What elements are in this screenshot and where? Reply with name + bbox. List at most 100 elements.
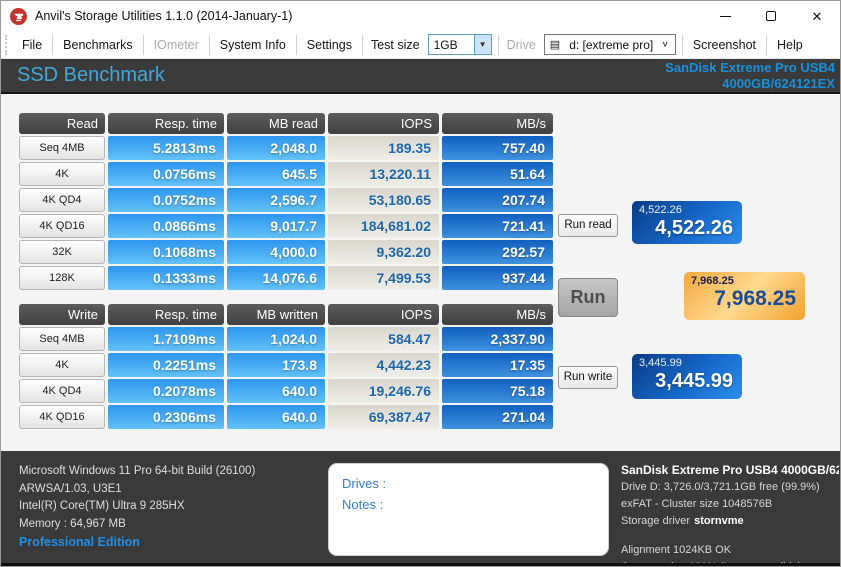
menu-file[interactable]: File <box>12 34 52 56</box>
cell-seq-4mb-mb-s: 757.40 <box>442 136 553 160</box>
total-score-value: 7,968.25 <box>684 287 805 311</box>
total-score-small: 7,968.25 <box>684 272 805 287</box>
test-size-label: Test size <box>363 38 428 52</box>
drive-select[interactable]: ▤ d: [extreme pro] ∨ <box>544 34 676 55</box>
cell-128k-mb-read: 14,076.6 <box>227 266 325 290</box>
drive-info-line: Alignment 1024KB OK <box>621 542 839 559</box>
drive-info-block: SanDisk Extreme Pro USB4 4000GB/624121EX… <box>621 462 839 567</box>
minimize-button[interactable] <box>702 1 748 31</box>
cell-4k-qd16-iops: 184,681.02 <box>328 214 439 238</box>
app-icon <box>10 8 27 25</box>
row-label-seq-4mb[interactable]: Seq 4MB <box>19 136 105 160</box>
footer-panel: Microsoft Windows 11 Pro 64-bit Build (2… <box>1 451 840 563</box>
maximize-icon <box>766 11 776 21</box>
drive-info-title: SanDisk Extreme Pro USB4 4000GB/624121EX <box>621 462 839 479</box>
drive-value: d: [extreme pro] <box>564 38 661 52</box>
storage-driver-line: Storage driverstornvme <box>621 513 839 530</box>
row-label-seq-4mb[interactable]: Seq 4MB <box>19 327 105 351</box>
cell-4k-qd16-mb-written: 640.0 <box>227 405 325 429</box>
run-write-button[interactable]: Run write <box>558 366 618 389</box>
device-name-line2: 4000GB/624121EX <box>665 76 835 92</box>
row-label-128k[interactable]: 128K <box>19 266 105 290</box>
menu-benchmarks[interactable]: Benchmarks <box>53 34 142 56</box>
menu-settings[interactable]: Settings <box>297 34 362 56</box>
cell-128k-mb-s: 937.44 <box>442 266 553 290</box>
edition-label: Professional Edition <box>19 535 140 549</box>
run-button[interactable]: Run <box>558 278 618 317</box>
menu-help[interactable]: Help <box>767 34 813 56</box>
test-size-select[interactable]: 1GB ▼ <box>428 34 492 55</box>
menu-system-info[interactable]: System Info <box>210 34 296 56</box>
cell-4k-qd4-iops: 19,246.76 <box>328 379 439 403</box>
column-header-read: Read <box>19 113 105 134</box>
row-label-4k-qd4[interactable]: 4K QD4 <box>19 379 105 403</box>
page-title: SSD Benchmark <box>17 64 165 87</box>
cell-4k-qd4-mb-read: 2,596.7 <box>227 188 325 212</box>
column-header-write: Write <box>19 304 105 325</box>
column-header-resp-time: Resp. time <box>108 304 224 325</box>
cell-32k-mb-read: 4,000.0 <box>227 240 325 264</box>
drive-info-line: exFAT - Cluster size 1048576B <box>621 496 839 513</box>
maximize-button[interactable] <box>748 1 794 31</box>
row-label-4k[interactable]: 4K <box>19 162 105 186</box>
app-window: Anvil's Storage Utilities 1.1.0 (2014-Ja… <box>0 0 841 567</box>
menu-bar: File Benchmarks IOmeter System Info Sett… <box>1 31 840 59</box>
cell-4k-qd16-mb-s: 271.04 <box>442 405 553 429</box>
menu-iometer: IOmeter <box>144 34 209 56</box>
toolstrip-grip[interactable] <box>5 35 8 55</box>
cell-128k-resp-time: 0.1333ms <box>108 266 224 290</box>
system-info-line: Memory : 64,967 MB <box>19 516 255 534</box>
notes-label: Notes : <box>342 494 595 515</box>
cell-seq-4mb-iops: 584.47 <box>328 327 439 351</box>
cell-4k-iops: 4,442.23 <box>328 353 439 377</box>
write-score-small: 3,445.99 <box>632 354 742 369</box>
cell-4k-resp-time: 0.0756ms <box>108 162 224 186</box>
cell-4k-qd4-mb-s: 207.74 <box>442 188 553 212</box>
drives-label: Drives : <box>342 473 595 494</box>
notes-box[interactable]: Drives : Notes : <box>328 463 609 556</box>
write-score-box: 3,445.99 3,445.99 <box>632 354 742 399</box>
cell-4k-qd4-mb-written: 640.0 <box>227 379 325 403</box>
cell-seq-4mb-mb-written: 1,024.0 <box>227 327 325 351</box>
cell-4k-qd16-mb-s: 721.41 <box>442 214 553 238</box>
cell-4k-qd16-iops: 69,387.47 <box>328 405 439 429</box>
write-results-table: WriteResp. timeMB writtenIOPSMB/s Seq 4MB… <box>19 304 553 429</box>
drive-info-top-lines: Drive D: 3,726.0/3,721.1GB free (99.9%)e… <box>621 479 839 513</box>
cell-4k-resp-time: 0.2251ms <box>108 353 224 377</box>
drive-icon: ▤ <box>545 38 564 51</box>
row-label-4k-qd4[interactable]: 4K QD4 <box>19 188 105 212</box>
cell-4k-mb-read: 645.5 <box>227 162 325 186</box>
run-read-button[interactable]: Run read <box>558 214 618 237</box>
window-controls: ✕ <box>702 1 840 31</box>
cell-4k-mb-s: 51.64 <box>442 162 553 186</box>
column-header-mb-s: MB/s <box>442 304 553 325</box>
title-bar: Anvil's Storage Utilities 1.1.0 (2014-Ja… <box>1 1 840 31</box>
window-title: Anvil's Storage Utilities 1.1.0 (2014-Ja… <box>35 9 292 23</box>
row-label-4k-qd16[interactable]: 4K QD16 <box>19 405 105 429</box>
spacer <box>621 530 839 542</box>
column-header-iops: IOPS <box>328 304 439 325</box>
cell-4k-qd4-resp-time: 0.2078ms <box>108 379 224 403</box>
read-results-table: ReadResp. timeMB readIOPSMB/sSeq 4MB5.28… <box>19 113 553 290</box>
row-label-4k-qd16[interactable]: 4K QD16 <box>19 214 105 238</box>
menu-screenshot[interactable]: Screenshot <box>683 34 766 56</box>
dropdown-arrow-icon[interactable]: ▼ <box>474 35 491 54</box>
cell-4k-mb-written: 173.8 <box>227 353 325 377</box>
benchmark-header-strip: SSD Benchmark SanDisk Extreme Pro USB4 4… <box>1 59 840 94</box>
system-info-block: Microsoft Windows 11 Pro 64-bit Build (2… <box>19 463 255 533</box>
storage-driver-value: stornvme <box>690 515 744 527</box>
cell-128k-iops: 7,499.53 <box>328 266 439 290</box>
row-label-4k[interactable]: 4K <box>19 353 105 377</box>
drive-info-line: Drive D: 3,726.0/3,721.1GB free (99.9%) <box>621 479 839 496</box>
close-button[interactable]: ✕ <box>794 1 840 31</box>
bottom-strip <box>1 563 840 567</box>
column-header-mb-written: MB written <box>227 304 325 325</box>
row-label-32k[interactable]: 32K <box>19 240 105 264</box>
cell-seq-4mb-mb-read: 2,048.0 <box>227 136 325 160</box>
cell-4k-mb-s: 17.35 <box>442 353 553 377</box>
cell-4k-qd4-iops: 53,180.65 <box>328 188 439 212</box>
cell-32k-resp-time: 0.1068ms <box>108 240 224 264</box>
cell-seq-4mb-resp-time: 5.2813ms <box>108 136 224 160</box>
cell-32k-iops: 9,362.20 <box>328 240 439 264</box>
cell-32k-mb-s: 292.57 <box>442 240 553 264</box>
